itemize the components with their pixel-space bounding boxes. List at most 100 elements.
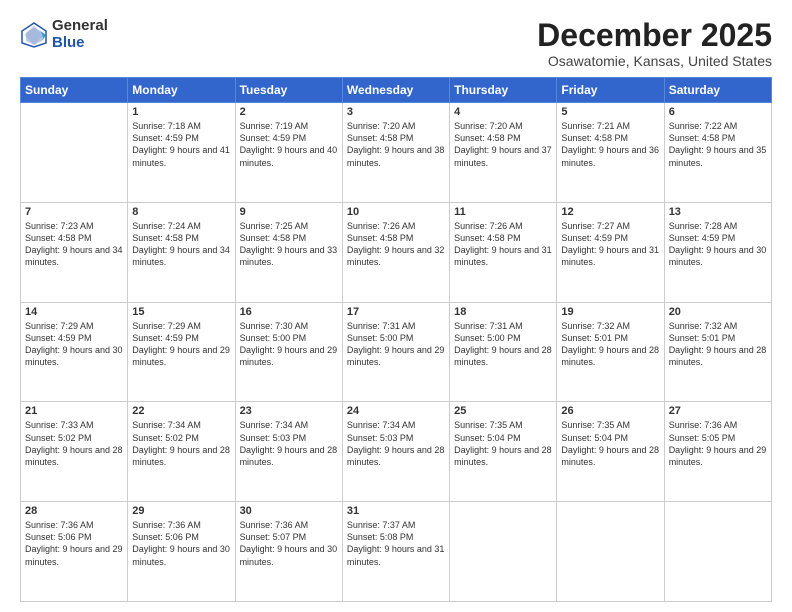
day-number: 11 (454, 206, 552, 218)
day-info: Sunrise: 7:28 AMSunset: 4:59 PMDaylight:… (669, 220, 767, 269)
calendar-cell: 15Sunrise: 7:29 AMSunset: 4:59 PMDayligh… (128, 302, 235, 402)
day-info: Sunrise: 7:31 AMSunset: 5:00 PMDaylight:… (454, 320, 552, 369)
calendar-cell: 9Sunrise: 7:25 AMSunset: 4:58 PMDaylight… (235, 202, 342, 302)
day-number: 20 (669, 306, 767, 318)
calendar-cell: 30 Sunrise: 7:36 AMSunset: 5:07 PMDayligh… (235, 502, 342, 602)
day-number: 7 (25, 206, 123, 218)
col-monday: Monday (128, 78, 235, 103)
calendar-cell (21, 103, 128, 203)
day-number: 28 (25, 505, 123, 517)
day-info: Sunrise: 7:25 AMSunset: 4:58 PMDaylight:… (240, 220, 338, 269)
calendar-cell (450, 502, 557, 602)
day-number: 30 (240, 505, 338, 517)
calendar-cell: 19Sunrise: 7:32 AMSunset: 5:01 PMDayligh… (557, 302, 664, 402)
day-info: Sunrise: 7:34 AMSunset: 5:03 PMDaylight:… (347, 419, 445, 468)
week-row-4: 28 Sunrise: 7:36 AMSunset: 5:06 PMDayligh… (21, 502, 772, 602)
calendar-cell: 29 Sunrise: 7:36 AMSunset: 5:06 PMDayligh… (128, 502, 235, 602)
calendar-cell (557, 502, 664, 602)
day-info: Sunrise: 7:30 AMSunset: 5:00 PMDaylight:… (240, 320, 338, 369)
calendar-cell (664, 502, 771, 602)
main-title: December 2025 (537, 18, 772, 53)
day-number: 3 (347, 106, 445, 118)
calendar-cell: 23Sunrise: 7:34 AMSunset: 5:03 PMDayligh… (235, 402, 342, 502)
day-info: Sunrise: 7:29 AMSunset: 4:59 PMDaylight:… (25, 320, 123, 369)
logo: General Blue (20, 18, 108, 51)
calendar-header-row: Sunday Monday Tuesday Wednesday Thursday… (21, 78, 772, 103)
subtitle: Osawatomie, Kansas, United States (537, 53, 772, 69)
day-number: 17 (347, 306, 445, 318)
day-info: Sunrise: 7:34 AMSunset: 5:02 PMDaylight:… (132, 419, 230, 468)
col-thursday: Thursday (450, 78, 557, 103)
calendar-cell: 6 Sunrise: 7:22 AMSunset: 4:58 PMDaylight… (664, 103, 771, 203)
day-info: Sunrise: 7:36 AMSunset: 5:05 PMDaylight:… (669, 419, 767, 468)
calendar-cell: 1Sunrise: 7:18 AMSunset: 4:59 PMDaylight… (128, 103, 235, 203)
calendar-cell: 14 Sunrise: 7:29 AMSunset: 4:59 PMDayligh… (21, 302, 128, 402)
day-info: Sunrise: 7:36 AMSunset: 5:07 PMDaylight:… (240, 519, 338, 568)
day-number: 13 (669, 206, 767, 218)
calendar-cell: 17 Sunrise: 7:31 AMSunset: 5:00 PMDayligh… (342, 302, 449, 402)
calendar-cell: 24Sunrise: 7:34 AMSunset: 5:03 PMDayligh… (342, 402, 449, 502)
day-info: Sunrise: 7:20 AMSunset: 4:58 PMDaylight:… (454, 120, 552, 169)
title-block: December 2025 Osawatomie, Kansas, United… (537, 18, 772, 69)
calendar-cell: 2Sunrise: 7:19 AMSunset: 4:59 PMDaylight… (235, 103, 342, 203)
day-number: 4 (454, 106, 552, 118)
day-number: 14 (25, 306, 123, 318)
col-wednesday: Wednesday (342, 78, 449, 103)
day-number: 21 (25, 405, 123, 417)
day-info: Sunrise: 7:20 AMSunset: 4:58 PMDaylight:… (347, 120, 445, 169)
day-info: Sunrise: 7:36 AMSunset: 5:06 PMDaylight:… (132, 519, 230, 568)
day-number: 5 (561, 106, 659, 118)
calendar-cell: 10 Sunrise: 7:26 AMSunset: 4:58 PMDayligh… (342, 202, 449, 302)
calendar-cell: 21 Sunrise: 7:33 AMSunset: 5:02 PMDayligh… (21, 402, 128, 502)
day-info: Sunrise: 7:24 AMSunset: 4:58 PMDaylight:… (132, 220, 230, 269)
calendar-cell: 25 Sunrise: 7:35 AMSunset: 5:04 PMDayligh… (450, 402, 557, 502)
day-number: 15 (132, 306, 230, 318)
day-number: 1 (132, 106, 230, 118)
day-number: 22 (132, 405, 230, 417)
day-info: Sunrise: 7:37 AMSunset: 5:08 PMDaylight:… (347, 519, 445, 568)
calendar-cell: 31Sunrise: 7:37 AMSunset: 5:08 PMDayligh… (342, 502, 449, 602)
calendar-cell: 8 Sunrise: 7:24 AMSunset: 4:58 PMDaylight… (128, 202, 235, 302)
day-info: Sunrise: 7:26 AMSunset: 4:58 PMDaylight:… (347, 220, 445, 269)
week-row-2: 14 Sunrise: 7:29 AMSunset: 4:59 PMDayligh… (21, 302, 772, 402)
col-friday: Friday (557, 78, 664, 103)
col-sunday: Sunday (21, 78, 128, 103)
day-number: 16 (240, 306, 338, 318)
day-info: Sunrise: 7:31 AMSunset: 5:00 PMDaylight:… (347, 320, 445, 369)
day-number: 8 (132, 206, 230, 218)
col-saturday: Saturday (664, 78, 771, 103)
day-number: 19 (561, 306, 659, 318)
day-number: 6 (669, 106, 767, 118)
day-number: 10 (347, 206, 445, 218)
col-tuesday: Tuesday (235, 78, 342, 103)
day-info: Sunrise: 7:23 AMSunset: 4:58 PMDaylight:… (25, 220, 123, 269)
day-number: 29 (132, 505, 230, 517)
day-number: 2 (240, 106, 338, 118)
calendar-cell: 13 Sunrise: 7:28 AMSunset: 4:59 PMDayligh… (664, 202, 771, 302)
day-number: 26 (561, 405, 659, 417)
day-info: Sunrise: 7:33 AMSunset: 5:02 PMDaylight:… (25, 419, 123, 468)
logo-blue-text: Blue (52, 35, 108, 52)
calendar-cell: 16 Sunrise: 7:30 AMSunset: 5:00 PMDayligh… (235, 302, 342, 402)
day-number: 27 (669, 405, 767, 417)
day-number: 18 (454, 306, 552, 318)
day-info: Sunrise: 7:34 AMSunset: 5:03 PMDaylight:… (240, 419, 338, 468)
page: General Blue December 2025 Osawatomie, K… (0, 0, 792, 612)
week-row-3: 21 Sunrise: 7:33 AMSunset: 5:02 PMDayligh… (21, 402, 772, 502)
day-info: Sunrise: 7:22 AMSunset: 4:58 PMDaylight:… (669, 120, 767, 169)
calendar-cell: 12Sunrise: 7:27 AMSunset: 4:59 PMDayligh… (557, 202, 664, 302)
day-info: Sunrise: 7:35 AMSunset: 5:04 PMDaylight:… (454, 419, 552, 468)
calendar-cell: 26Sunrise: 7:35 AMSunset: 5:04 PMDayligh… (557, 402, 664, 502)
calendar-cell: 5 Sunrise: 7:21 AMSunset: 4:58 PMDaylight… (557, 103, 664, 203)
day-info: Sunrise: 7:36 AMSunset: 5:06 PMDaylight:… (25, 519, 123, 568)
calendar-cell: 28 Sunrise: 7:36 AMSunset: 5:06 PMDayligh… (21, 502, 128, 602)
header: General Blue December 2025 Osawatomie, K… (20, 18, 772, 69)
day-info: Sunrise: 7:21 AMSunset: 4:58 PMDaylight:… (561, 120, 659, 169)
logo-icon (20, 21, 48, 49)
day-number: 25 (454, 405, 552, 417)
calendar-cell: 27 Sunrise: 7:36 AMSunset: 5:05 PMDayligh… (664, 402, 771, 502)
day-info: Sunrise: 7:26 AMSunset: 4:58 PMDaylight:… (454, 220, 552, 269)
logo-text: General Blue (52, 18, 108, 51)
week-row-0: 1Sunrise: 7:18 AMSunset: 4:59 PMDaylight… (21, 103, 772, 203)
week-row-1: 7 Sunrise: 7:23 AMSunset: 4:58 PMDaylight… (21, 202, 772, 302)
